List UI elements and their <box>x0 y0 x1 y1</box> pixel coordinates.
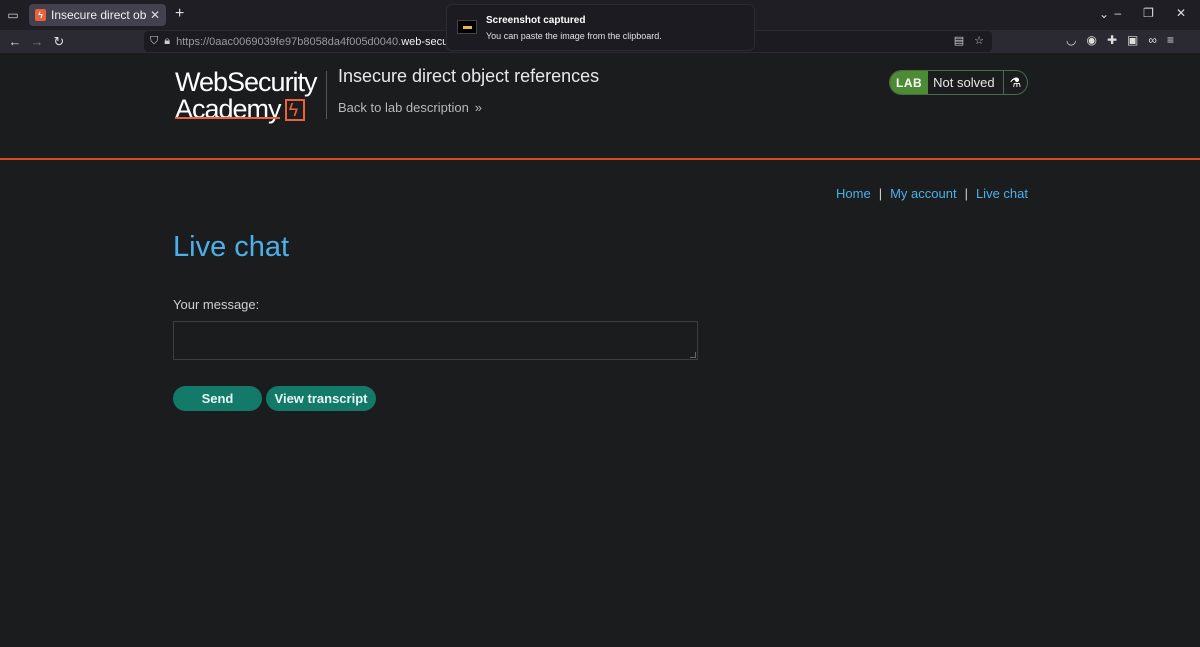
resize-handle-icon[interactable] <box>690 352 696 358</box>
minimize-icon[interactable]: – <box>1114 6 1121 20</box>
screenshot-thumbnail-icon <box>457 20 477 34</box>
lab-title: Insecure direct object references <box>338 66 600 86</box>
lab-label: LAB <box>890 71 929 94</box>
account-icon[interactable]: ◉ <box>1086 33 1096 47</box>
top-navigation: Home | My account | Live chat <box>836 186 1028 201</box>
forward-arrow-icon[interactable]: → <box>26 34 48 49</box>
notification-body: You can paste the image from the clipboa… <box>486 31 662 41</box>
back-arrow-icon[interactable]: ← <box>4 34 26 49</box>
double-chevron-right-icon: » <box>474 100 483 115</box>
bookmark-star-icon[interactable]: ☆ <box>974 34 984 47</box>
message-textarea[interactable] <box>173 321 698 360</box>
nav-separator: | <box>878 186 883 201</box>
nav-my-account-link[interactable]: My account <box>890 186 956 201</box>
url-actions: ▤ ☆ <box>954 34 984 47</box>
pocket-icon[interactable]: ◡ <box>1066 33 1076 47</box>
flask-icon: ⚗ <box>1009 74 1022 90</box>
logo-bolt-icon <box>284 97 305 124</box>
shield-icon[interactable]: ⛉ <box>150 35 158 48</box>
tab-title: Insecure direct object refe <box>51 8 146 22</box>
menu-icon[interactable]: ≡ <box>1167 33 1174 47</box>
web-security-academy-logo[interactable]: WebSecurity Academy <box>175 69 327 125</box>
burp-extension-icon[interactable]: ▣ <box>1127 33 1138 47</box>
view-transcript-button[interactable]: View transcript <box>266 386 376 411</box>
extensions-puzzle-icon[interactable]: ✚ <box>1107 33 1117 47</box>
logo-underline <box>175 117 280 119</box>
lab-header: WebSecurity Academy Insecure direct obje… <box>0 53 1200 160</box>
foxyproxy-icon[interactable]: ∞ <box>1148 33 1157 47</box>
reload-icon[interactable]: ↻ <box>48 34 70 50</box>
reader-view-icon[interactable]: ▤ <box>954 34 964 47</box>
new-tab-button[interactable]: + <box>175 5 184 23</box>
notification-title: Screenshot captured <box>486 15 586 26</box>
nav-home-link[interactable]: Home <box>836 186 871 201</box>
site-favicon-icon: ϟ <box>35 9 46 21</box>
nav-separator: | <box>964 186 968 201</box>
restore-icon[interactable]: ❐ <box>1143 6 1154 20</box>
lock-icon[interactable]: 🔒︎ <box>164 35 170 48</box>
tab-list-chevron-icon[interactable]: ⌄ <box>1099 7 1109 21</box>
send-button[interactable]: Send <box>173 386 262 411</box>
tab-overview-icon[interactable]: ▭ <box>0 0 26 30</box>
window-controls: – ❐ ✕ <box>1114 6 1186 20</box>
window-close-icon[interactable]: ✕ <box>1176 6 1186 20</box>
tab-close-icon[interactable]: ✕ <box>150 8 160 22</box>
page: WebSecurity Academy Insecure direct obje… <box>0 53 1200 647</box>
screenshot-notification: Screenshot captured You can paste the im… <box>446 4 755 51</box>
message-label: Your message: <box>173 297 260 312</box>
lab-status-badge: LAB Not solved ⚗ <box>889 70 1028 95</box>
url-text: https://0aac0069039fe97b8058da4f005d0040… <box>176 35 463 48</box>
back-to-lab-description-link[interactable]: Back to lab description » <box>338 100 482 115</box>
extension-icons: ◡ ◉ ✚ ▣ ∞ ≡ <box>1066 33 1174 47</box>
nav-live-chat-link[interactable]: Live chat <box>976 186 1028 201</box>
browser-tab-active[interactable]: ϟ Insecure direct object refe ✕ <box>29 4 166 26</box>
lab-status-text: Not solved <box>928 71 1004 94</box>
header-divider <box>326 71 327 119</box>
page-title: Live chat <box>173 231 290 263</box>
